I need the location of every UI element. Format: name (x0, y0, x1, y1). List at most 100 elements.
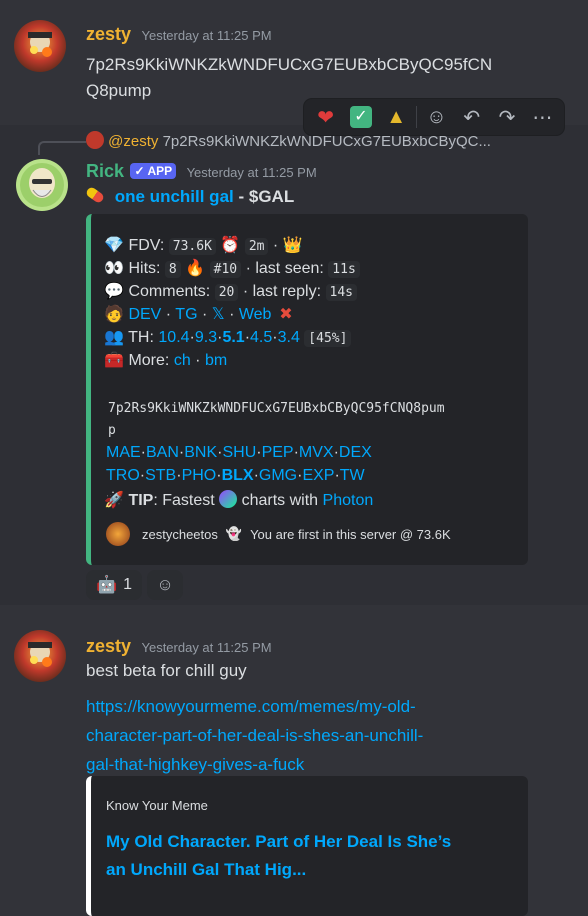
th-value[interactable]: 10.4 (158, 329, 189, 346)
people-icon: 👥 (104, 329, 124, 346)
timestamp[interactable]: Yesterday at 11:25 PM (187, 165, 317, 180)
reply-text[interactable]: 7p2Rs9KkiWNKZkWNDFUCxG7EUBxbCByQC... (163, 133, 491, 150)
arrow-reaction-button[interactable]: ▲ (381, 101, 412, 133)
avatar[interactable] (16, 159, 68, 211)
solana-icon (219, 490, 238, 508)
platform-link-pep[interactable]: PEP (262, 444, 294, 461)
embed-footer: zestycheetos 👻 You are first in this ser… (106, 522, 451, 546)
th-percent: [45%] (304, 330, 352, 347)
platform-link-ban[interactable]: BAN (146, 444, 179, 461)
add-reaction-button[interactable]: ☺ (147, 570, 183, 600)
heart-icon: ❤ (317, 106, 335, 129)
web-link[interactable]: Web (239, 306, 272, 323)
reply-button[interactable]: ↶ (456, 101, 487, 133)
contract-address[interactable]: 7p2Rs9KkiWNKZkWNDFUCxG7EUBxbCByQC95fCNQ8… (108, 398, 445, 442)
embed-title-line: an Unchill Gal That Hig... (106, 860, 307, 879)
embed-hits-line: 👀 Hits: 8 🔥 #10 · last seen: 11s (104, 258, 360, 278)
reply-author[interactable]: @zesty (108, 133, 158, 150)
embed-th-line: 👥 TH: 10.4·9.3·5.1·4.5·3.4 [45%] (104, 327, 352, 347)
x-link[interactable]: 𝕏 (212, 306, 225, 323)
dev-link[interactable]: DEV (128, 306, 161, 323)
platform-link-tw[interactable]: TW (340, 467, 365, 484)
app-badge: ✓ APP (130, 163, 177, 179)
fdv-value: 73.6K (168, 238, 216, 255)
message-header: zesty Yesterday at 11:25 PM (86, 636, 272, 657)
embed-links-line: 🧑 DEV · TG · 𝕏 · Web ✖ (104, 304, 296, 324)
th-value[interactable]: 3.4 (278, 329, 300, 346)
message-header: zesty Yesterday at 11:25 PM (86, 24, 272, 45)
th-label: TH: (128, 329, 154, 346)
platform-link-bnk[interactable]: BNK (184, 444, 217, 461)
message-1: zesty Yesterday at 11:25 PM 7p2Rs9KkiWNK… (0, 0, 588, 110)
platform-link-pho[interactable]: PHO (182, 467, 217, 484)
url-line: character-part-of-her-deal-is-shes-an-un… (86, 726, 424, 745)
developer-icon: 🧑 (104, 306, 124, 323)
heart-reaction-button[interactable]: ❤ (310, 101, 341, 133)
timestamp[interactable]: Yesterday at 11:25 PM (141, 28, 271, 43)
th-value[interactable]: 9.3 (195, 329, 217, 346)
robot-icon: 🤖 (95, 575, 118, 594)
tip-text: charts with (241, 492, 319, 509)
platform-link-tro[interactable]: TRO (106, 467, 140, 484)
tg-link[interactable]: TG (175, 306, 197, 323)
th-value[interactable]: 4.5 (250, 329, 272, 346)
check-reaction-button[interactable]: ✓ (345, 101, 376, 133)
diamond-icon: 💎 (104, 237, 124, 254)
embed-more-line: 🧰 More: ch · bm (104, 352, 228, 369)
platform-link-dex[interactable]: DEX (339, 444, 372, 461)
username[interactable]: zesty (86, 636, 131, 656)
check-icon: ✓ (349, 106, 372, 128)
footer-text: You are first in this server @ 73.6K (250, 526, 451, 542)
more-button[interactable]: ⋯ (527, 101, 558, 133)
avatar[interactable] (14, 630, 66, 682)
platform-link-stb[interactable]: STB (145, 467, 176, 484)
platform-link-blx[interactable]: BLX (222, 467, 254, 484)
more-icon: ⋯ (532, 106, 553, 129)
forward-button[interactable]: ↷ (491, 101, 522, 133)
photon-link[interactable]: Photon (323, 492, 374, 509)
age-value: 2m (244, 238, 269, 255)
tip-text: : Fastest (153, 492, 215, 509)
footer-avatar (106, 522, 130, 546)
message-url[interactable]: https://knowyourmeme.com/memes/my-old- c… (86, 692, 423, 779)
username[interactable]: zesty (86, 24, 131, 44)
add-reaction-toolbar-button[interactable]: ☺ (421, 101, 452, 133)
platform-link-gmg[interactable]: GMG (259, 467, 297, 484)
message-title: one unchill gal - $GAL (84, 185, 294, 207)
toolbar-divider (415, 106, 417, 128)
timestamp[interactable]: Yesterday at 11:25 PM (141, 640, 271, 655)
fdv-label: FDV: (128, 237, 165, 254)
ch-link[interactable]: ch (174, 352, 191, 369)
link-embed: Know Your Meme My Old Character. Part of… (86, 776, 528, 916)
clock-icon: ⏰ (220, 237, 241, 254)
crown-icon: 👑 (282, 237, 303, 254)
th-value[interactable]: 5.1 (222, 329, 244, 346)
title-link[interactable]: one unchill gal (115, 187, 234, 206)
hits-value: 8 (164, 261, 181, 278)
embed-fdv-line: 💎 FDV: 73.6K ⏰ 2m · 👑 (104, 237, 303, 255)
pill-icon (84, 185, 106, 205)
platform-link-mae[interactable]: MAE (106, 444, 141, 461)
last-reply-label: · last reply: (242, 283, 322, 300)
eyes-icon: 👀 (104, 260, 124, 277)
embed-provider[interactable]: Know Your Meme (106, 798, 208, 813)
avatar[interactable] (14, 20, 66, 72)
last-seen-label: · last seen: (245, 260, 324, 277)
message-2: @zesty 7p2Rs9KkiWNKZkWNDFUCxG7EUBxbCByQC… (0, 125, 588, 605)
reply-avatar (86, 131, 104, 149)
reaction-robot[interactable]: 🤖 1 (86, 570, 142, 600)
last-seen-value: 11s (328, 261, 360, 278)
platform-link-mvx[interactable]: MVX (299, 444, 334, 461)
platform-link-shu[interactable]: SHU (222, 444, 256, 461)
embed-title-line: My Old Character. Part of Her Deal Is Sh… (106, 832, 452, 851)
message-3: zesty Yesterday at 11:25 PM best beta fo… (0, 620, 588, 916)
embed-title[interactable]: My Old Character. Part of Her Deal Is Sh… (106, 828, 451, 884)
arrow-logo-icon: ▲ (386, 105, 407, 128)
bm-link[interactable]: bm (205, 352, 227, 369)
no-entry-icon: ✖ (279, 306, 293, 323)
reaction-count: 1 (123, 576, 133, 593)
badge-label: APP (147, 164, 173, 178)
platform-link-exp[interactable]: EXP (302, 467, 334, 484)
username[interactable]: Rick (86, 161, 124, 181)
reply-icon: ↶ (463, 106, 481, 129)
